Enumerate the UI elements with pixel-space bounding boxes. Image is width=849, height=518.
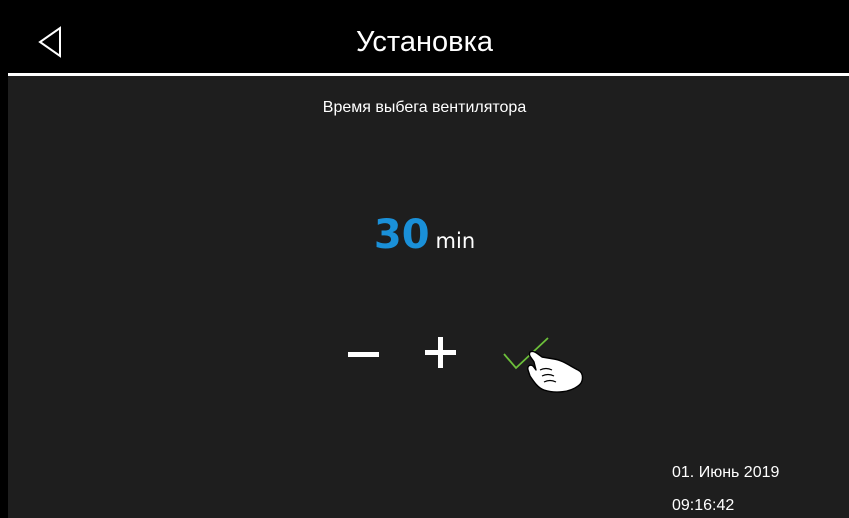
time-text: 09:16:42 xyxy=(672,497,735,514)
setting-value: 30 xyxy=(373,212,430,258)
decrease-button[interactable] xyxy=(340,334,384,374)
checkmark-icon xyxy=(496,330,590,396)
confirm-button[interactable] xyxy=(496,330,590,396)
plus-icon xyxy=(418,330,464,376)
value-display: 30 min xyxy=(0,210,849,266)
setting-unit: min xyxy=(435,229,476,253)
page-title: Установка xyxy=(355,26,494,58)
screen: Установка Время выбега вентилятора 30 min xyxy=(0,0,849,518)
content-panel xyxy=(8,76,849,518)
increase-button[interactable] xyxy=(418,330,464,376)
date-text: 01. Июнь 2019 xyxy=(672,464,780,481)
minus-icon xyxy=(340,334,384,374)
header-bar: Установка xyxy=(0,0,849,70)
setting-label: Время выбега вентилятора xyxy=(322,99,527,116)
